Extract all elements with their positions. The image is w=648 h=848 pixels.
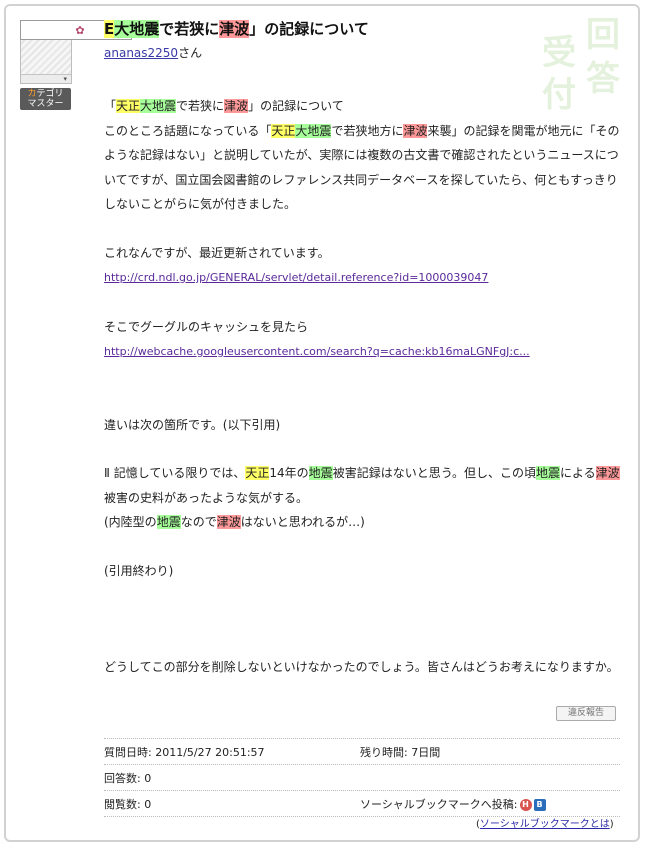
quoted-paragraph: Ⅱ 記憶している限りでは、天正14年の地震被害記録はないと思う。但し、この頃地震… (104, 461, 624, 510)
text-run: で若狭に (176, 99, 225, 113)
highlighted-keyword: 津波 (216, 515, 241, 529)
body-paragraph: これなんですが、最近更新されています。 (104, 245, 330, 260)
social-bookmark-link[interactable]: ソーシャルブックマークとは (480, 819, 610, 830)
view-count: 0 (144, 798, 152, 811)
text-run: による (560, 466, 596, 480)
question-body: 「天正大地震で若狭に津波」の記録について このところ話題になっている「天正大地震… (104, 94, 624, 680)
answer-count: 0 (144, 772, 152, 785)
question-meta: 質問日時: 2011/5/27 20:51:57 残り時間: 7日間 回答数: … (104, 738, 620, 817)
stamp-char: 答 (586, 59, 620, 99)
text-run: 被害の史料があったような気がする。 (104, 490, 309, 505)
highlighted-keyword: 地震 (308, 466, 333, 480)
text-run: 」の記録について (248, 99, 344, 113)
text-run: 被害記録はないと思う。但し、この頃 (332, 466, 536, 480)
meta-row: 回答数: 0 (104, 764, 620, 790)
stamp-char: 受 (542, 33, 576, 73)
body-paragraph: 違いは次の箇所です。(以下引用) (104, 417, 281, 432)
user-line: ananas2250さん (104, 46, 203, 60)
cache-link[interactable]: http://webcache.googleusercontent.com/se… (104, 345, 530, 358)
question-title: E大地震で若狭に津波」の記録について (104, 18, 369, 39)
remaining-time: 7日間 (411, 746, 441, 759)
meta-row: 閲覧数: 0 ソーシャルブックマークへ投稿: H B (104, 790, 620, 817)
social-bookmark-help: (ソーシャルブックマークとは) (476, 819, 614, 830)
text-run: このところ話題になっている「 (104, 123, 272, 138)
text-run: 14年の (269, 466, 309, 480)
highlighted-keyword: 津波 (595, 466, 620, 480)
user-link[interactable]: ananas2250 (104, 46, 178, 60)
meta-row: 質問日時: 2011/5/27 20:51:57 残り時間: 7日間 (104, 738, 620, 764)
text-run: なので (180, 515, 217, 529)
highlighted-keyword: 大地震 (114, 20, 160, 38)
highlighted-keyword: 津波 (224, 99, 249, 113)
broken-image-icon: ✿ (75, 23, 85, 37)
body-paragraph: このところ話題になっている「天正大地震で若狭地方に津波来襲」の記録を関電が地元に… (104, 119, 624, 217)
report-button[interactable]: 違反報告 (556, 706, 616, 721)
category-master-badge[interactable]: カテゴリ マスター (20, 88, 71, 110)
chevron-down-icon[interactable]: ▾ (21, 74, 71, 83)
asked-date: 2011/5/27 20:51:57 (155, 746, 265, 759)
body-paragraph: そこでグーグルのキャッシュを見たら (104, 319, 309, 334)
highlighted-keyword: E (104, 20, 115, 38)
quoted-paragraph: (内陸型の地震なので津波はないと思われるが…) (104, 510, 624, 535)
body-paragraph: どうしてこの部分を削除しないといけなかったのでしょう。皆さんはどうお考えになりま… (104, 660, 619, 674)
text-run: 「 (104, 99, 117, 113)
body-paragraph: (引用終わり) (104, 563, 174, 578)
highlighted-keyword: 大地震 (295, 123, 332, 138)
highlighted-keyword: 天正 (116, 99, 141, 113)
text-run: 」の記録について (249, 20, 369, 38)
text-run: Ⅱ 記憶している限りでは、 (104, 466, 246, 480)
text-run: で若狭に (159, 20, 220, 38)
highlighted-keyword: 地震 (156, 515, 181, 529)
reference-link[interactable]: http://crd.ndl.go.jp/GENERAL/servlet/det… (104, 271, 488, 284)
highlighted-keyword: 地震 (535, 466, 560, 480)
hatena-icon[interactable]: H (519, 799, 532, 811)
text-run: はないと思われるが…) (240, 515, 365, 529)
stamp-char: 回 (586, 15, 620, 55)
highlighted-keyword: 大地震 (140, 99, 177, 113)
highlighted-keyword: 天正 (271, 123, 296, 138)
text-run: (内陸型の (104, 515, 157, 529)
highlighted-keyword: 津波 (403, 123, 428, 138)
body-paragraph: 「天正大地震で若狭に津波」の記録について (104, 94, 624, 119)
highlighted-keyword: 天正 (245, 466, 270, 480)
text-run: で若狭地方に (331, 123, 404, 138)
highlighted-keyword: 津波 (219, 20, 250, 38)
bookmark-b-icon[interactable]: B (533, 799, 546, 811)
